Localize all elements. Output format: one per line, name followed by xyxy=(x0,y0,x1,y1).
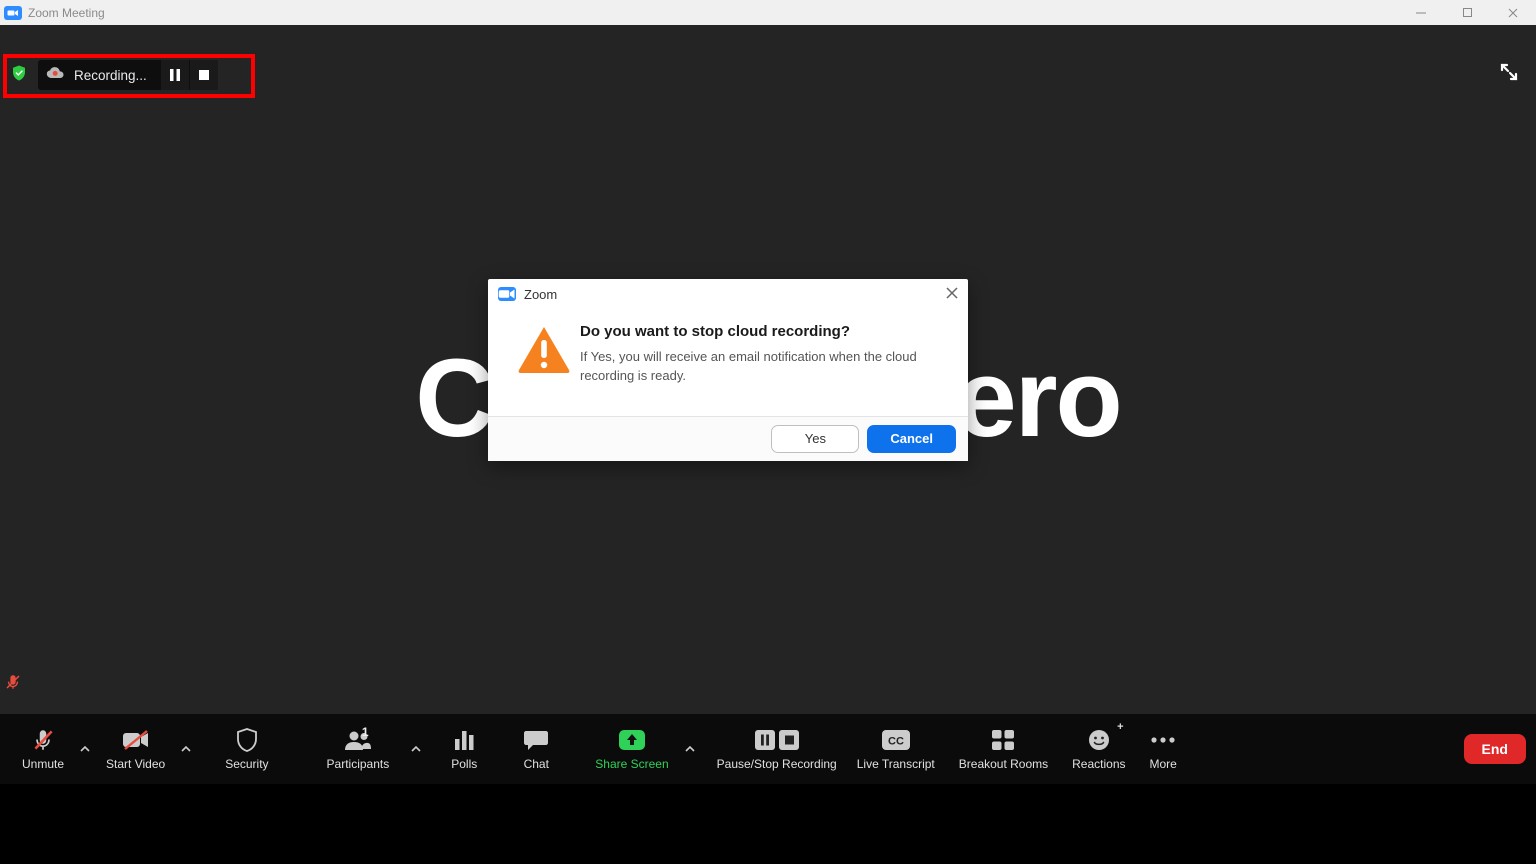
chat-button[interactable]: Chat xyxy=(511,719,561,779)
polls-icon xyxy=(453,727,475,753)
share-screen-button[interactable]: Share Screen xyxy=(583,719,680,779)
dialog-yes-button[interactable]: Yes xyxy=(771,425,859,453)
participants-count: 1 xyxy=(362,725,369,739)
dialog-title: Zoom xyxy=(524,287,557,302)
warning-icon xyxy=(508,323,580,386)
chat-icon xyxy=(523,727,549,753)
participants-button[interactable]: 1 Participants xyxy=(309,719,408,779)
share-screen-icon xyxy=(618,727,646,753)
pause-stop-icon xyxy=(755,727,799,753)
closed-captions-icon: CC xyxy=(881,727,911,753)
stop-recording-dialog: Zoom Do you want to stop cloud recording… xyxy=(488,279,968,461)
zoom-app-icon xyxy=(4,6,22,20)
plus-icon: + xyxy=(1117,721,1123,733)
zoom-app-icon xyxy=(498,287,516,301)
cloud-recording-icon xyxy=(46,66,74,85)
dialog-heading: Do you want to stop cloud recording? xyxy=(580,323,948,340)
end-meeting-button[interactable]: End xyxy=(1464,734,1526,764)
dialog-body-text: If Yes, you will receive an email notifi… xyxy=(580,348,948,386)
meeting-toolbar: Unmute Start Video Security 1 Participan… xyxy=(0,714,1536,784)
recording-indicator: Recording... xyxy=(38,60,218,90)
video-off-icon xyxy=(122,727,150,753)
reactions-button[interactable]: + Reactions xyxy=(1060,719,1137,779)
more-button[interactable]: More xyxy=(1138,719,1189,779)
dialog-cancel-button[interactable]: Cancel xyxy=(867,425,956,453)
footer-blank xyxy=(0,784,1536,864)
polls-button[interactable]: Polls xyxy=(439,719,489,779)
participants-options-caret[interactable] xyxy=(407,719,425,779)
live-transcript-button[interactable]: CC Live Transcript xyxy=(845,719,947,779)
shield-icon xyxy=(236,727,258,753)
window-title-bar: Zoom Meeting xyxy=(0,0,1536,25)
start-video-button[interactable]: Start Video xyxy=(94,719,177,779)
more-icon xyxy=(1150,727,1176,753)
record-button[interactable]: Pause/Stop Recording xyxy=(709,719,845,779)
dialog-close-button[interactable] xyxy=(944,285,960,306)
window-minimize-button[interactable] xyxy=(1398,0,1444,25)
breakout-rooms-button[interactable]: Breakout Rooms xyxy=(947,719,1060,779)
audio-options-caret[interactable] xyxy=(76,719,94,779)
unmute-button[interactable]: Unmute xyxy=(10,719,76,779)
enter-fullscreen-button[interactable] xyxy=(1500,63,1518,86)
window-maximize-button[interactable] xyxy=(1444,0,1490,25)
status-row: Recording... xyxy=(10,60,218,90)
self-muted-icon xyxy=(4,673,22,696)
window-title: Zoom Meeting xyxy=(28,6,105,20)
security-button[interactable]: Security xyxy=(213,719,280,779)
pause-recording-button[interactable] xyxy=(161,60,189,90)
encryption-shield-icon[interactable] xyxy=(10,64,28,87)
video-options-caret[interactable] xyxy=(177,719,195,779)
svg-text:CC: CC xyxy=(888,736,904,748)
dialog-header: Zoom xyxy=(488,279,968,309)
recording-label: Recording... xyxy=(74,68,147,83)
breakout-rooms-icon xyxy=(991,727,1015,753)
share-options-caret[interactable] xyxy=(681,719,699,779)
reactions-icon xyxy=(1087,727,1111,753)
microphone-muted-icon xyxy=(30,727,56,753)
stop-recording-button[interactable] xyxy=(190,60,218,90)
window-close-button[interactable] xyxy=(1490,0,1536,25)
